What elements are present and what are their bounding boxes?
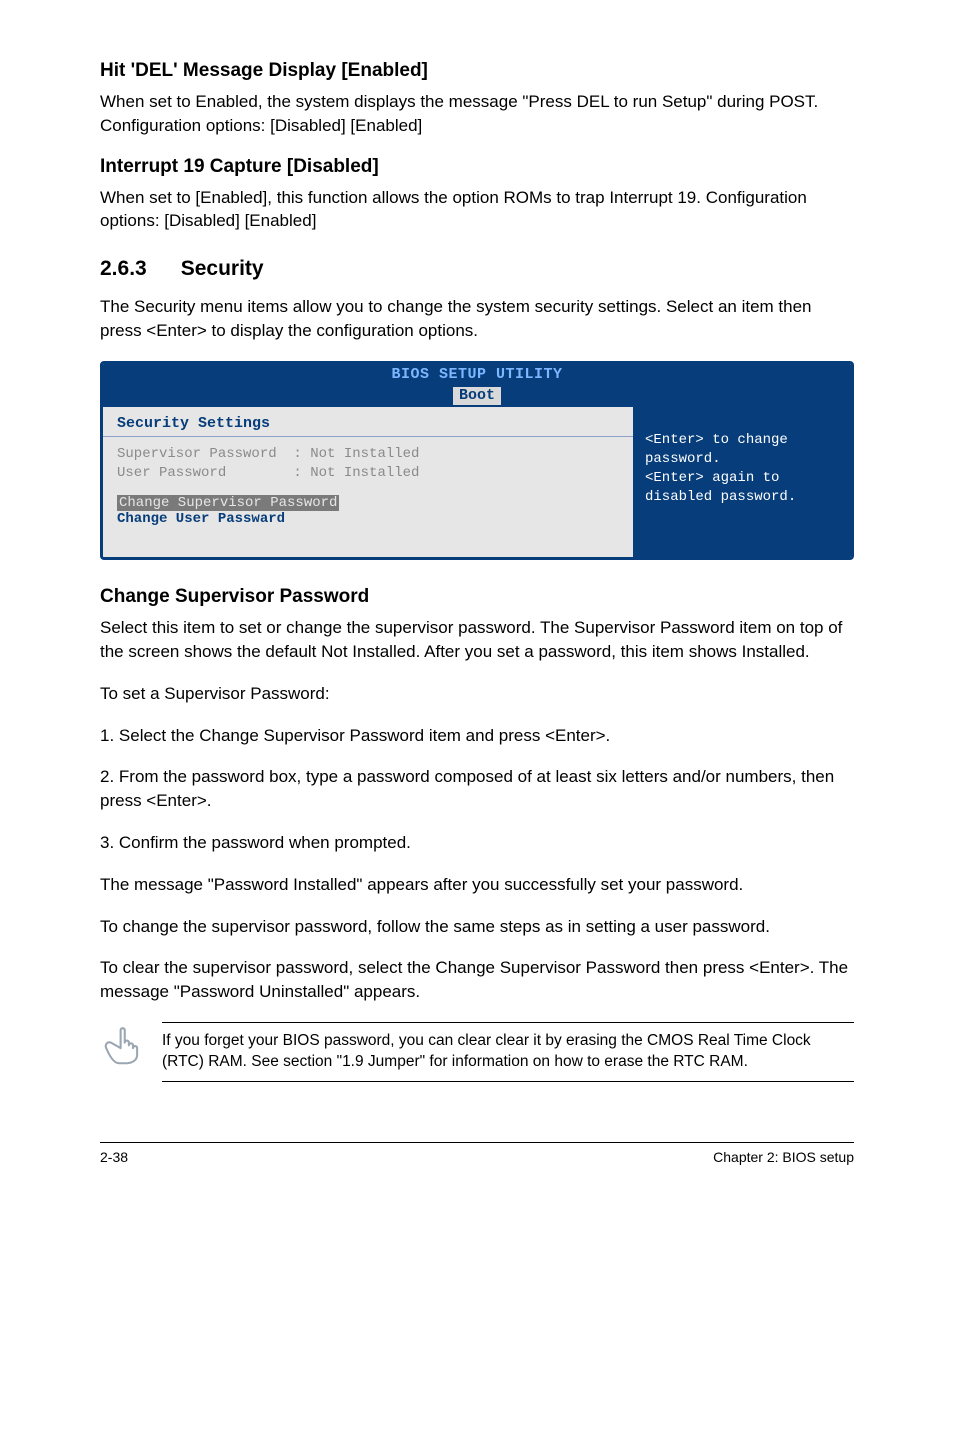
csp-p8: To clear the supervisor password, select… xyxy=(100,956,854,1004)
bios-help-pane: <Enter> to change password. <Enter> agai… xyxy=(633,407,851,557)
csp-p1: Select this item to set or change the su… xyxy=(100,616,854,664)
section-number: 2.6.3 xyxy=(100,257,147,281)
csp-p4: 2. From the password box, type a passwor… xyxy=(100,765,854,813)
footer-chapter: Chapter 2: BIOS setup xyxy=(713,1149,854,1165)
bios-title-tab: Boot xyxy=(453,387,501,406)
bios-body: Security Settings Supervisor Password : … xyxy=(103,407,851,557)
bios-screenshot: BIOS SETUP UTILITY Boot Security Setting… xyxy=(100,361,854,561)
note-box: If you forget your BIOS password, you ca… xyxy=(100,1022,854,1082)
bios-help-text: <Enter> to change password. <Enter> agai… xyxy=(645,431,839,507)
section-header: 2.6.3 Security xyxy=(100,257,854,281)
bios-titlebar: BIOS SETUP UTILITY Boot xyxy=(103,364,851,408)
para-hit-del: When set to Enabled, the system displays… xyxy=(100,90,854,138)
bios-left-heading: Security Settings xyxy=(117,415,619,432)
heading-csp: Change Supervisor Password xyxy=(100,586,854,608)
csp-p5: 3. Confirm the password when prompted. xyxy=(100,831,854,855)
para-int19: When set to [Enabled], this function all… xyxy=(100,186,854,234)
bios-selected-item: Change Supervisor Password xyxy=(117,495,339,511)
bios-row-user: User Password : Not Installed xyxy=(117,464,619,483)
footer-page-number: 2-38 xyxy=(100,1149,128,1165)
heading-int19: Interrupt 19 Capture [Disabled] xyxy=(100,156,854,178)
heading-hit-del: Hit 'DEL' Message Display [Enabled] xyxy=(100,60,854,82)
bios-item-change-user: Change User Passward xyxy=(117,511,619,527)
page-footer: 2-38 Chapter 2: BIOS setup xyxy=(100,1142,854,1165)
csp-p3: 1. Select the Change Supervisor Password… xyxy=(100,724,854,748)
csp-p6: The message "Password Installed" appears… xyxy=(100,873,854,897)
note-hand-icon xyxy=(100,1022,144,1071)
csp-p2: To set a Supervisor Password: xyxy=(100,682,854,706)
spacer xyxy=(117,483,619,493)
csp-p7: To change the supervisor password, follo… xyxy=(100,915,854,939)
bios-divider xyxy=(103,436,633,437)
section-title: Security xyxy=(181,257,264,281)
bios-row-supervisor: Supervisor Password : Not Installed xyxy=(117,445,619,464)
bios-title-line1: BIOS SETUP UTILITY xyxy=(103,366,851,385)
section-intro: The Security menu items allow you to cha… xyxy=(100,295,854,343)
note-text: If you forget your BIOS password, you ca… xyxy=(162,1022,854,1082)
bios-left-pane: Security Settings Supervisor Password : … xyxy=(103,407,633,557)
